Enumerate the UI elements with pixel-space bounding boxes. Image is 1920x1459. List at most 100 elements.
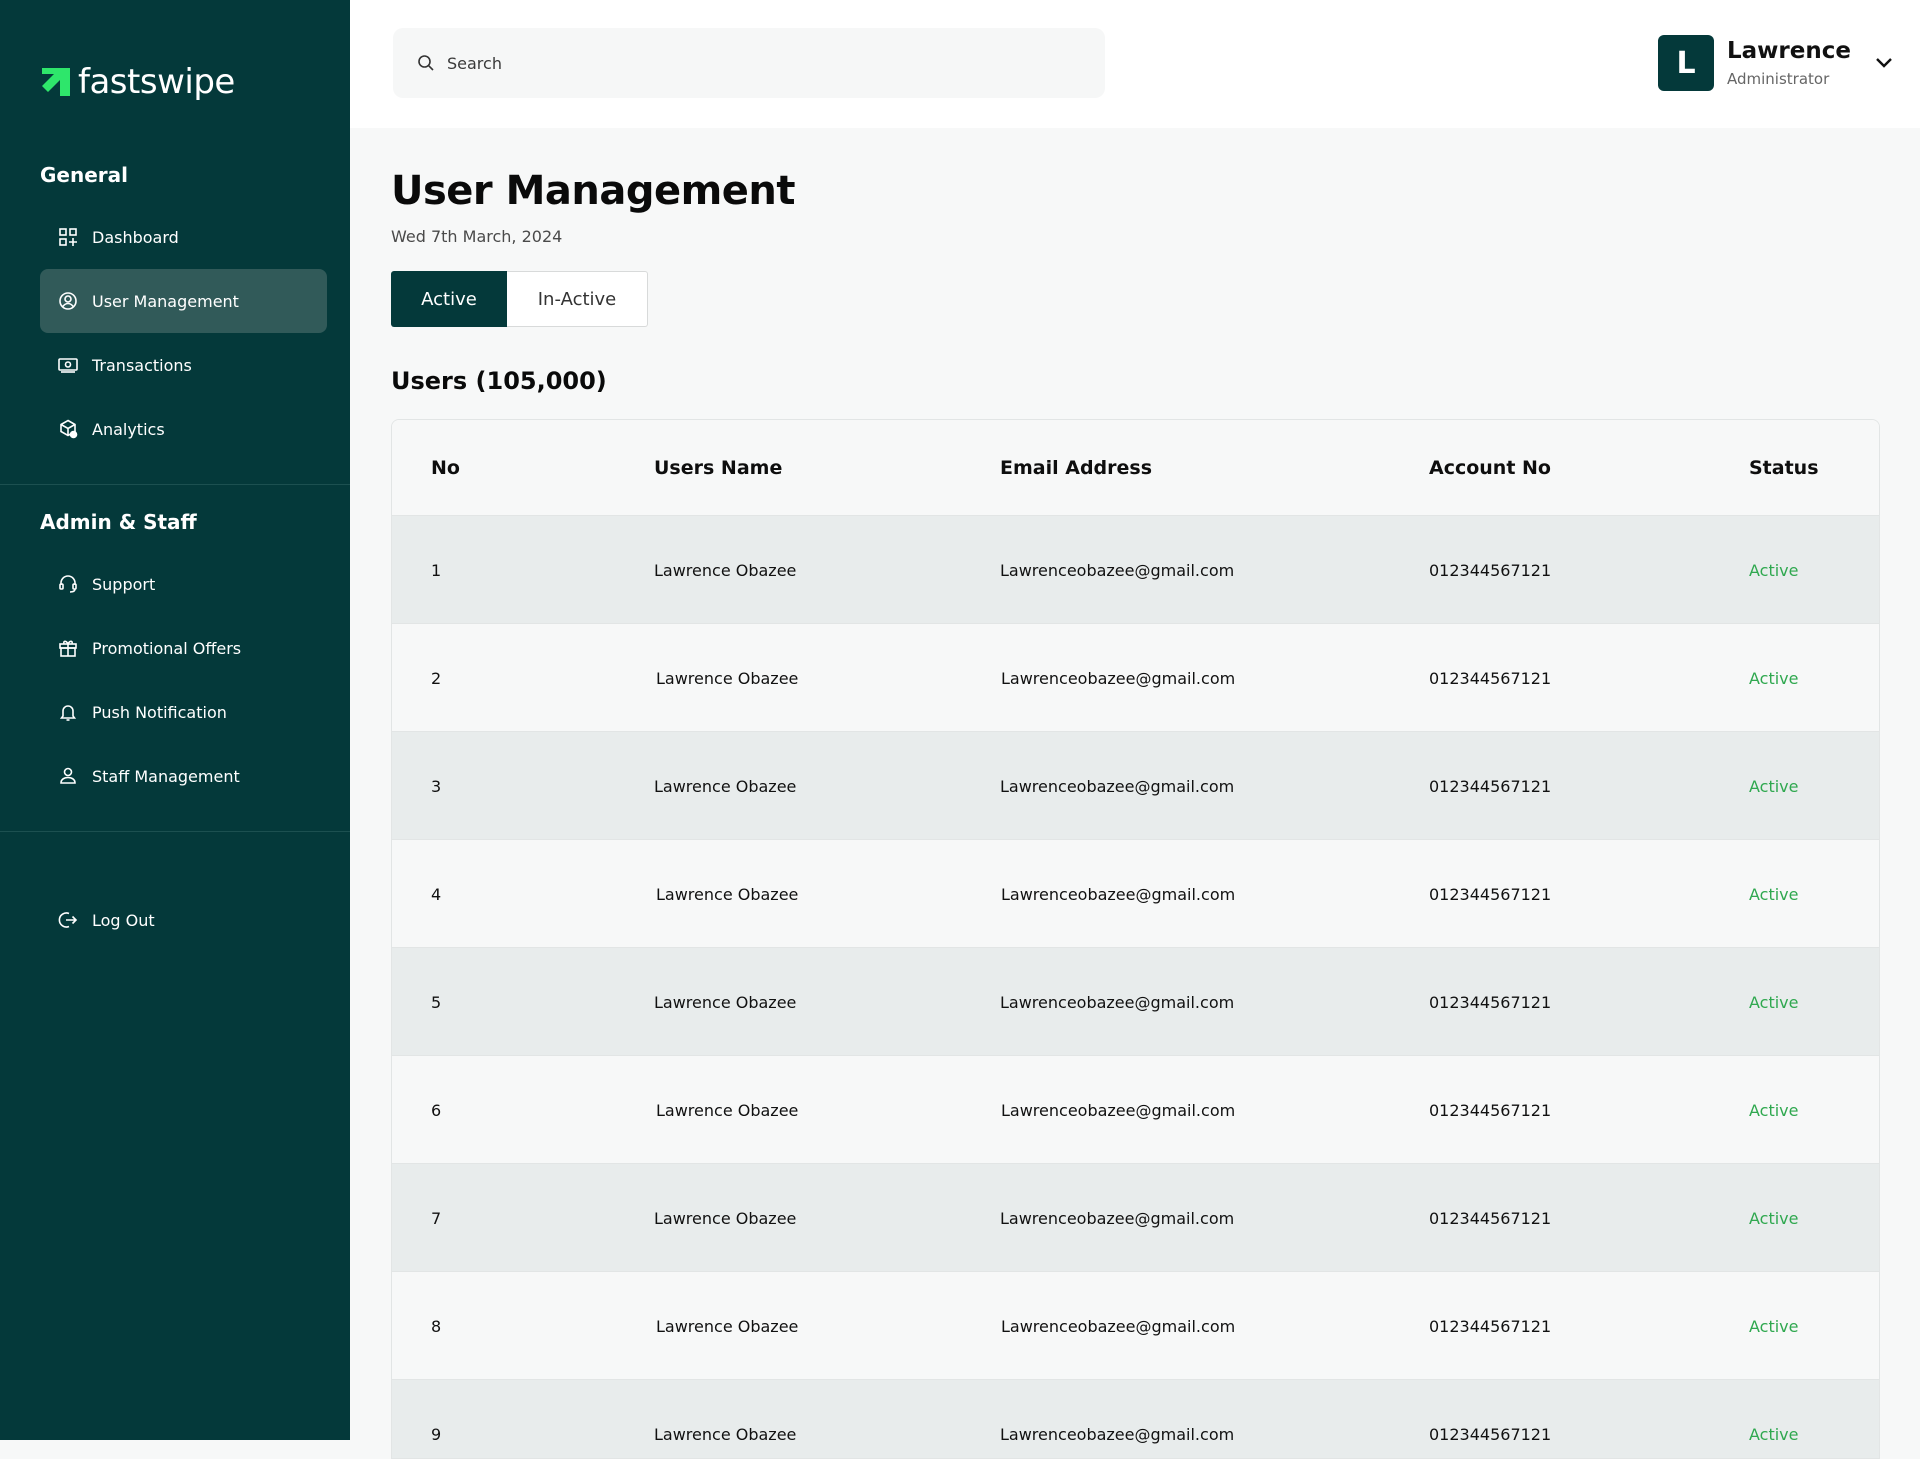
cell-email: Lawrenceobazee@gmail.com bbox=[1000, 560, 1235, 580]
users-table: No Users Name Email Address Account No S… bbox=[391, 419, 1880, 1459]
cell-no: 2 bbox=[431, 668, 442, 688]
table-row[interactable]: 9 Lawrence Obazee Lawrenceobazee@gmail.c… bbox=[392, 1380, 1879, 1458]
profile-name: Lawrence bbox=[1727, 38, 1851, 64]
bell-icon bbox=[58, 702, 78, 722]
cell-account: 012344567121 bbox=[1429, 560, 1552, 580]
user-circle-icon bbox=[58, 291, 78, 311]
status-badge: Active bbox=[1749, 1100, 1799, 1120]
status-badge: Active bbox=[1749, 992, 1799, 1012]
brand-name: fastswipe bbox=[78, 62, 235, 102]
cell-account: 012344567121 bbox=[1429, 668, 1552, 688]
cell-name: Lawrence Obazee bbox=[654, 992, 797, 1012]
table-row[interactable]: 4 Lawrence Obazee Lawrenceobazee@gmail.c… bbox=[392, 840, 1879, 948]
sidebar-item-transactions[interactable]: Transactions bbox=[40, 333, 327, 397]
page-date: Wed 7th March, 2024 bbox=[391, 227, 563, 246]
column-header-email[interactable]: Email Address bbox=[1000, 457, 1152, 479]
table-row[interactable]: 3 Lawrence Obazee Lawrenceobazee@gmail.c… bbox=[392, 732, 1879, 840]
sidebar-item-promotional-offers[interactable]: Promotional Offers bbox=[40, 616, 327, 680]
cell-no: 8 bbox=[431, 1316, 442, 1336]
column-header-no[interactable]: No bbox=[431, 457, 460, 479]
search-input[interactable] bbox=[445, 52, 1045, 74]
cell-email: Lawrenceobazee@gmail.com bbox=[1001, 1100, 1236, 1120]
cell-no: 3 bbox=[431, 776, 442, 796]
page-title: User Management bbox=[391, 168, 796, 214]
cell-email: Lawrenceobazee@gmail.com bbox=[1000, 776, 1235, 796]
cell-no: 5 bbox=[431, 992, 442, 1012]
status-badge: Active bbox=[1749, 560, 1799, 580]
cell-email: Lawrenceobazee@gmail.com bbox=[1001, 668, 1236, 688]
tab-active[interactable]: Active bbox=[391, 271, 507, 327]
cell-account: 012344567121 bbox=[1429, 884, 1552, 904]
logout-button[interactable]: Log Out bbox=[40, 888, 327, 952]
cell-name: Lawrence Obazee bbox=[656, 884, 799, 904]
sidebar-item-support[interactable]: Support bbox=[40, 552, 327, 616]
column-header-users-name[interactable]: Users Name bbox=[654, 457, 782, 479]
column-header-status[interactable]: Status bbox=[1749, 457, 1819, 479]
cell-account: 012344567121 bbox=[1429, 1316, 1552, 1336]
sidebar-item-user-management[interactable]: User Management bbox=[40, 269, 327, 333]
cell-email: Lawrenceobazee@gmail.com bbox=[1000, 1208, 1235, 1228]
users-count: Users (105,000) bbox=[391, 367, 607, 395]
money-icon bbox=[58, 355, 78, 375]
column-header-account-no[interactable]: Account No bbox=[1429, 457, 1551, 479]
cell-email: Lawrenceobazee@gmail.com bbox=[1000, 992, 1235, 1012]
sidebar-item-push-notification[interactable]: Push Notification bbox=[40, 680, 327, 744]
cell-email: Lawrenceobazee@gmail.com bbox=[1001, 1316, 1236, 1336]
logout-icon bbox=[58, 910, 78, 930]
chevron-down-icon[interactable] bbox=[1875, 57, 1893, 69]
gift-icon bbox=[58, 638, 78, 658]
sidebar-item-label: User Management bbox=[92, 291, 239, 311]
cell-account: 012344567121 bbox=[1429, 1424, 1552, 1444]
staff-icon bbox=[58, 766, 78, 786]
cell-name: Lawrence Obazee bbox=[654, 1424, 797, 1444]
sidebar-item-label: Dashboard bbox=[92, 227, 179, 247]
status-badge: Active bbox=[1749, 776, 1799, 796]
status-badge: Active bbox=[1749, 1424, 1799, 1444]
status-badge: Active bbox=[1749, 1316, 1799, 1336]
cell-no: 7 bbox=[431, 1208, 442, 1228]
status-tabs: Active In-Active bbox=[391, 271, 648, 327]
cell-no: 6 bbox=[431, 1100, 442, 1120]
avatar[interactable]: L bbox=[1658, 35, 1714, 91]
table-row[interactable]: 2 Lawrence Obazee Lawrenceobazee@gmail.c… bbox=[392, 624, 1879, 732]
cell-name: Lawrence Obazee bbox=[656, 668, 799, 688]
fastswipe-logo-icon bbox=[42, 68, 70, 96]
table-row[interactable]: 1 Lawrence Obazee Lawrenceobazee@gmail.c… bbox=[392, 516, 1879, 624]
sidebar-item-staff-management[interactable]: Staff Management bbox=[40, 744, 327, 808]
cell-account: 012344567121 bbox=[1429, 992, 1552, 1012]
logout-label: Log Out bbox=[92, 910, 155, 930]
cell-no: 4 bbox=[431, 884, 442, 904]
table-row[interactable]: 8 Lawrence Obazee Lawrenceobazee@gmail.c… bbox=[392, 1272, 1879, 1380]
status-badge: Active bbox=[1749, 884, 1799, 904]
section-title-admin-staff: Admin & Staff bbox=[40, 510, 197, 534]
sidebar-item-analytics[interactable]: Analytics bbox=[40, 397, 327, 461]
headset-icon bbox=[58, 574, 78, 594]
top-bar: L Lawrence Administrator bbox=[350, 0, 1920, 128]
search-icon bbox=[417, 54, 435, 72]
profile-role: Administrator bbox=[1727, 70, 1830, 88]
search-box[interactable] bbox=[393, 28, 1105, 98]
cell-name: Lawrence Obazee bbox=[656, 1316, 799, 1336]
sidebar-item-label: Push Notification bbox=[92, 702, 227, 722]
status-badge: Active bbox=[1749, 1208, 1799, 1228]
sidebar-item-label: Support bbox=[92, 574, 156, 594]
brand-logo[interactable]: fastswipe bbox=[40, 62, 235, 102]
sidebar-item-dashboard[interactable]: Dashboard bbox=[40, 205, 327, 269]
sidebar-divider bbox=[0, 831, 350, 832]
sidebar-item-label: Promotional Offers bbox=[92, 638, 242, 658]
cell-name: Lawrence Obazee bbox=[654, 776, 797, 796]
table-row[interactable]: 6 Lawrence Obazee Lawrenceobazee@gmail.c… bbox=[392, 1056, 1879, 1164]
cell-name: Lawrence Obazee bbox=[654, 560, 797, 580]
cell-account: 012344567121 bbox=[1429, 1208, 1552, 1228]
tab-in-active[interactable]: In-Active bbox=[507, 271, 648, 327]
analytics-icon bbox=[58, 419, 78, 439]
table-row[interactable]: 5 Lawrence Obazee Lawrenceobazee@gmail.c… bbox=[392, 948, 1879, 1056]
table-row[interactable]: 7 Lawrence Obazee Lawrenceobazee@gmail.c… bbox=[392, 1164, 1879, 1272]
profile-menu[interactable]: L Lawrence Administrator bbox=[1658, 34, 1893, 92]
cell-no: 9 bbox=[431, 1424, 442, 1444]
dashboard-icon bbox=[58, 227, 78, 247]
cell-no: 1 bbox=[431, 560, 442, 580]
status-badge: Active bbox=[1749, 668, 1799, 688]
cell-account: 012344567121 bbox=[1429, 776, 1552, 796]
sidebar-item-label: Analytics bbox=[92, 419, 165, 439]
